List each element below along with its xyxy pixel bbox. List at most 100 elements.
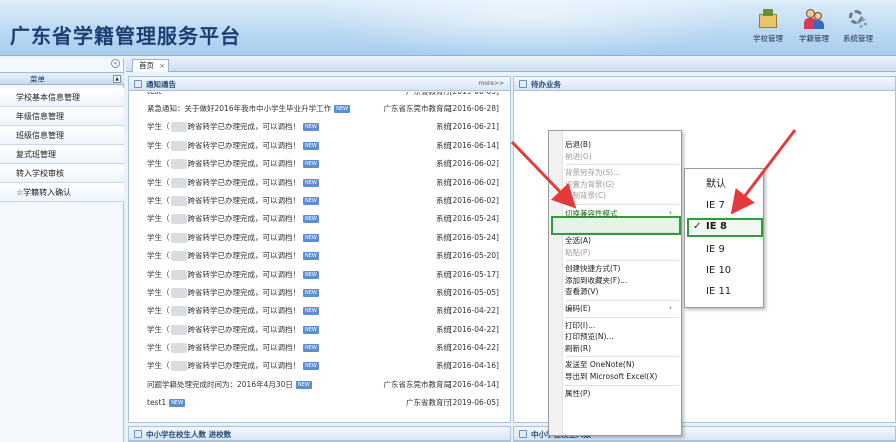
context-menu-item-label: 粘贴(P) xyxy=(565,247,591,257)
notice-title[interactable]: 学生（ 跨省转学已办理完成，可以调档！ NEW xyxy=(147,174,319,192)
sidebar-item-multigrade-class[interactable]: 复式班管理 xyxy=(0,145,124,164)
sidebar-collapse-icon[interactable]: « xyxy=(111,59,120,68)
student-management-button[interactable]: 学籍管理 xyxy=(792,8,836,44)
context-menu-item: 设置为背景(G) xyxy=(565,179,614,190)
notice-title[interactable]: 学生（ 跨省转学已办理完成，可以调档！ NEW xyxy=(147,192,319,210)
system-management-button[interactable]: 系统管理 xyxy=(836,8,880,44)
new-badge: NEW xyxy=(303,288,319,297)
tab-home[interactable]: 首页 × xyxy=(132,59,169,72)
notice-row[interactable]: test1 NEW 广东省教育厅 [2019-06-05] xyxy=(129,394,509,409)
header-decoration xyxy=(320,0,740,55)
compat-option[interactable]: 默认 xyxy=(706,175,726,190)
more-link[interactable]: more>> xyxy=(478,80,504,87)
context-menu-item[interactable]: 后退(B) xyxy=(565,139,591,150)
context-menu-item[interactable]: 编码(E) › xyxy=(565,303,672,314)
notice-panel: 通知通告 more>> test广东省教育厅[2019-06-05]紧急通知：关… xyxy=(128,76,511,423)
notice-title[interactable]: 学生（ 跨省转学已办理完成，可以调档！ NEW xyxy=(147,229,319,247)
new-badge: NEW xyxy=(303,215,319,224)
notice-row[interactable]: 学生（ 跨省转学已办理完成，可以调档！ NEW 系统 [2016-06-21] xyxy=(129,118,509,136)
notice-title[interactable]: 学生（ 跨省转学已办理完成，可以调档！ NEW xyxy=(147,321,319,339)
compat-option[interactable]: IE 10 xyxy=(706,265,731,276)
notice-title-suffix: 跨省转学已办理完成，可以调档！ xyxy=(187,361,301,371)
sidebar-item-transfer-confirm[interactable]: ☆学籍转入确认 xyxy=(0,183,124,202)
notice-title[interactable]: 学生（ 跨省转学已办理完成，可以调档！ NEW xyxy=(147,302,319,320)
compat-option[interactable]: IE 8 xyxy=(706,221,727,232)
new-badge: NEW xyxy=(295,380,312,389)
redacted-name xyxy=(170,140,187,151)
menu-separator xyxy=(565,356,679,358)
compat-option[interactable]: IE 11 xyxy=(706,286,731,297)
notice-row[interactable]: 学生（ 跨省转学已办理完成，可以调档！ NEW 系统 [2016-05-24] xyxy=(129,229,509,247)
sidebar-item-transfer-review[interactable]: 转入学校审核 xyxy=(0,164,124,183)
sidebar-item-school-info[interactable]: 学校基本信息管理 xyxy=(0,88,124,107)
notice-row[interactable]: 学生（ 跨省转学已办理完成，可以调档！ NEW 系统 [2016-06-02] xyxy=(129,155,509,173)
context-menu-item[interactable]: 查看源(V) xyxy=(565,286,598,297)
context-menu-item[interactable]: 切换兼容性模式 › xyxy=(565,208,672,219)
notice-row[interactable]: test 广东省教育厅[2019-06-05] xyxy=(129,92,509,100)
notice-title[interactable]: 紧急通知：关于做好2016年我市中小学生毕业升学工作 NEW xyxy=(147,100,350,118)
notice-title-suffix: 跨省转学已办理完成，可以调档！ xyxy=(187,177,301,187)
notice-row[interactable]: 学生（ 跨省转学已办理完成，可以调档！ NEW 系统 [2016-06-02] xyxy=(129,192,509,210)
panel-icon xyxy=(519,80,527,88)
school-management-button[interactable]: 学校管理 xyxy=(746,8,790,44)
compat-option[interactable]: IE 9 xyxy=(706,244,725,255)
notice-row[interactable]: 学生（ 跨省转学已办理完成，可以调档！ NEW 系统 [2016-05-24] xyxy=(129,210,509,228)
notice-panel-header: 通知通告 more>> xyxy=(129,77,510,91)
new-badge: NEW xyxy=(303,123,319,132)
context-menu-item[interactable]: 刷新(R) xyxy=(565,343,591,354)
notice-row[interactable]: 问题学籍处理完成时间为：2016年4月30日 NEW 广东省东莞市教育局 [2016-… xyxy=(129,376,509,394)
notice-row[interactable]: 学生（ 跨省转学已办理完成，可以调档！ NEW 系统 [2016-05-20] xyxy=(129,247,509,265)
context-menu-item-label: 前进(O) xyxy=(565,151,592,161)
tab-home-label: 首页 xyxy=(139,61,154,70)
school-management-label: 学校管理 xyxy=(753,34,783,43)
notice-date: [2016-05-24] xyxy=(449,214,499,224)
notice-title-prefix: 学生（ xyxy=(147,306,170,316)
compat-option[interactable]: IE 7 xyxy=(706,200,725,211)
notice-title[interactable]: 问题学籍处理完成时间为：2016年4月30日 NEW xyxy=(147,376,312,394)
notice-row[interactable]: 学生（ 跨省转学已办理完成，可以调档！ NEW 系统 [2016-04-16] xyxy=(129,357,509,375)
tab-close-icon[interactable]: × xyxy=(159,60,165,72)
context-menu-item[interactable]: 创建快捷方式(T) xyxy=(565,263,620,274)
notice-title[interactable]: 学生（ 跨省转学已办理完成，可以调档！ NEW xyxy=(147,247,319,265)
notice-row[interactable]: 学生（ 跨省转学已办理完成，可以调档！ NEW 系统 [2016-06-02] xyxy=(129,174,509,192)
notice-title[interactable]: 学生（ 跨省转学已办理完成，可以调档！ NEW xyxy=(147,155,319,173)
notice-row[interactable]: 紧急通知：关于做好2016年我市中小学生毕业升学工作 NEW 广东省东莞市教育局 [2… xyxy=(129,100,509,118)
notice-title[interactable]: 学生（ 跨省转学已办理完成，可以调档！ NEW xyxy=(147,118,319,136)
notice-row[interactable]: 学生（ 跨省转学已办理完成，可以调档！ NEW 系统 [2016-06-14] xyxy=(129,137,509,155)
context-menu-item[interactable]: 打印(I)... xyxy=(565,320,595,331)
sidebar-toggle-icon[interactable]: ▲ xyxy=(113,75,121,83)
notice-title[interactable]: 学生（ 跨省转学已办理完成，可以调档！ NEW xyxy=(147,210,319,228)
notice-title-prefix: 学生（ xyxy=(147,122,170,132)
notice-row[interactable]: 学生（ 跨省转学已办理完成，可以调档！ NEW 系统 [2016-04-22] xyxy=(129,302,509,320)
context-menu-item-label: 复制背景(C) xyxy=(565,191,607,201)
notice-source: 广东省东莞市教育局 xyxy=(383,379,452,389)
context-menu-item[interactable]: 发送至 OneNote(N) xyxy=(565,359,634,370)
sidebar-item-grade-info[interactable]: 年级信息管理 xyxy=(0,107,124,126)
context-menu-item[interactable]: 打印预览(N)... xyxy=(565,331,614,342)
notice-title[interactable]: 学生（ 跨省转学已办理完成，可以调档！ NEW xyxy=(147,266,319,284)
notice-panel-title: 通知通告 xyxy=(146,80,176,89)
notice-title-suffix: 跨省转学已办理完成，可以调档！ xyxy=(187,232,301,242)
notice-row[interactable]: 学生（ 跨省转学已办理完成，可以调档！ NEW 系统 [2016-04-22] xyxy=(129,339,509,357)
submenu-arrow-icon: › xyxy=(669,208,672,217)
context-menu-item[interactable]: 属性(P) xyxy=(565,388,590,399)
redacted-name xyxy=(170,287,187,298)
notice-title[interactable]: 学生（ 跨省转学已办理完成，可以调档！ NEW xyxy=(147,284,319,302)
notice-title[interactable]: test1 NEW xyxy=(147,394,186,409)
notice-title[interactable]: test xyxy=(147,92,161,100)
notice-title[interactable]: 学生（ 跨省转学已办理完成，可以调档！ NEW xyxy=(147,137,319,155)
notice-row[interactable]: 学生（ 跨省转学已办理完成，可以调档！ NEW 系统 [2016-04-22] xyxy=(129,321,509,339)
notice-title[interactable]: 学生（ 跨省转学已办理完成，可以调档！ NEW xyxy=(147,339,319,357)
context-menu-item[interactable]: 添加到收藏夹(F)... xyxy=(565,275,627,286)
notice-title-prefix: 学生（ xyxy=(147,195,170,205)
notice-date: [2016-05-24] xyxy=(449,232,499,242)
notice-title-text: test xyxy=(147,92,161,96)
notice-row[interactable]: 学生（ 跨省转学已办理完成，可以调档！ NEW 系统 [2016-05-05] xyxy=(129,284,509,302)
context-menu-item[interactable]: 导出到 Microsoft Excel(X) xyxy=(565,371,657,382)
notice-title-prefix: 学生（ xyxy=(147,287,170,297)
context-menu-item-label: 打印预览(N)... xyxy=(565,332,614,342)
notice-row[interactable]: 学生（ 跨省转学已办理完成，可以调档！ NEW 系统 [2016-05-17] xyxy=(129,266,509,284)
sidebar-item-class-info[interactable]: 班级信息管理 xyxy=(0,126,124,145)
notice-title[interactable]: 学生（ 跨省转学已办理完成，可以调档！ NEW xyxy=(147,357,319,375)
context-menu-item[interactable]: 全选(A) xyxy=(565,235,591,246)
